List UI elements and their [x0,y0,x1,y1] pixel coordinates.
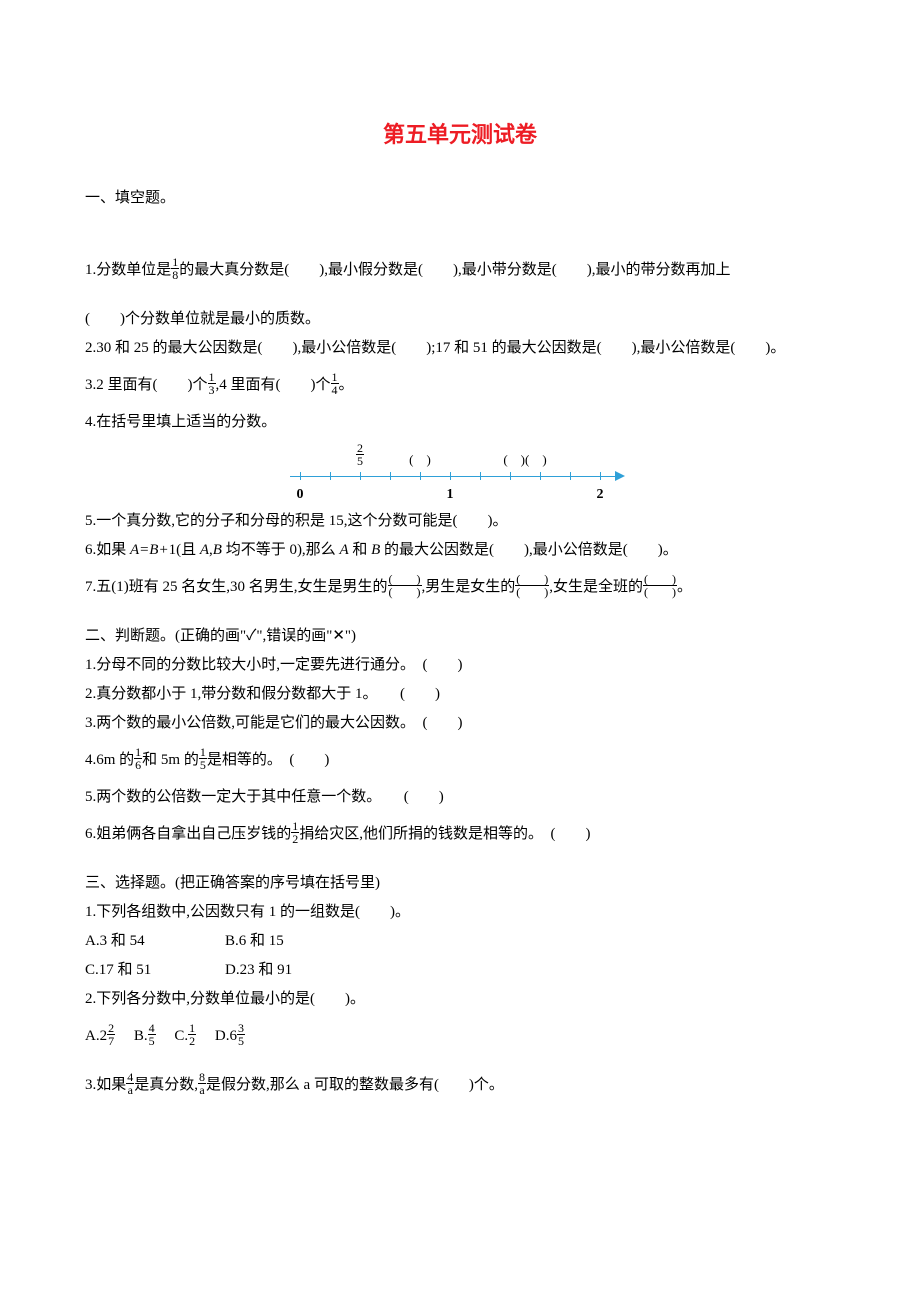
page-title: 第五单元测试卷 [85,115,835,155]
number-line-figure: 0 1 2 25 ( ) ( )( ) [85,444,835,502]
text: 6.如果 [85,542,130,558]
opt-a: A.3 和 54 [85,928,225,955]
text: ,男生是女生的 [422,579,516,595]
text: ,4 里面有( )个 [216,377,331,393]
s1-q2: 2.30 和 25 的最大公因数是( ),最小公倍数是( );17 和 51 的… [85,335,835,362]
fraction-1-5: 15 [199,746,207,771]
s2-q1: 1.分母不同的分数比较大小时,一定要先进行通分。 ( ) [85,652,835,679]
fraction-blank: ( )( ) [515,573,549,598]
fraction-1-6: 16 [134,746,142,771]
s3-q1-opts-row2: C.17 和 51D.23 和 91 [85,957,835,984]
italic: A [339,542,348,558]
italic: A [200,542,209,558]
nl-label-0: 0 [297,482,304,507]
italic: A=B+ [130,542,169,558]
s1-q3: 3.2 里面有( )个13,4 里面有( )个14。 [85,372,835,399]
s1-q1-line2: ( )个分数单位就是最小的质数。 [85,306,835,333]
s3-q1: 1.下列各组数中,公因数只有 1 的一组数是( )。 [85,899,835,926]
section2-heading: 二、判断题。(正确的画"✓",错误的画"✕") [85,623,835,650]
s1-q4: 4.在括号里填上适当的分数。 [85,409,835,436]
s3-q1-opts-row1: A.3 和 54B.6 和 15 [85,928,835,955]
text: 是相等的。 ( ) [207,752,330,768]
italic: B [213,542,222,558]
nl-label-2: 2 [597,482,604,507]
text: 3.如果 [85,1077,126,1093]
fraction-4-a: 4a [126,1071,134,1096]
text: 均不等于 0),那么 [222,542,340,558]
text: 。 [677,579,692,595]
s1-q5: 5.一个真分数,它的分子和分母的积是 15,这个分数可能是( )。 [85,508,835,535]
opt-b: B.45 [134,1028,156,1044]
nl-label-1: 1 [447,482,454,507]
opt-c: C.17 和 51 [85,957,225,984]
text: 是真分数, [134,1077,198,1093]
nl-paren2: ( )( ) [503,448,546,471]
text: 和 5m 的 [142,752,199,768]
s3-q3: 3.如果4a是真分数,8a是假分数,那么 a 可取的整数最多有( )个。 [85,1072,835,1099]
text: 。 [339,377,354,393]
s2-q6: 6.姐弟俩各自拿出自己压岁钱的12捐给灾区,他们所捐的钱数是相等的。 ( ) [85,821,835,848]
text: 4.6m 的 [85,752,134,768]
text: 7.五(1)班有 25 名女生,30 名男生,女生是男生的 [85,579,388,595]
section3-heading: 三、选择题。(把正确答案的序号填在括号里) [85,870,835,897]
text: 和 [349,542,372,558]
opt-b: B.6 和 15 [225,928,365,955]
section1-heading: 一、填空题。 [85,185,835,212]
text: 捐给灾区,他们所捐的钱数是相等的。 ( ) [299,826,590,842]
s2-q2: 2.真分数都小于 1,带分数和假分数都大于 1。 ( ) [85,681,835,708]
s3-q2: 2.下列各分数中,分数单位最小的是( )。 [85,986,835,1013]
text: 6.姐弟俩各自拿出自己压岁钱的 [85,826,291,842]
text: 的最大真分数是( ),最小假分数是( ),最小带分数是( ),最小的带分数再加上 [179,262,730,278]
fraction-1-8: 18 [171,256,179,281]
fraction-blank: ( )( ) [643,573,677,598]
text: 1(且 [169,542,200,558]
text: 的最大公因数是( ),最小公倍数是( )。 [380,542,677,558]
nl-paren1: ( ) [409,448,431,471]
opt-d: D.23 和 91 [225,957,365,984]
text: 3.2 里面有( )个 [85,377,208,393]
s1-q6: 6.如果 A=B+1(且 A,B 均不等于 0),那么 A 和 B 的最大公因数… [85,537,835,564]
text: 1.分数单位是 [85,262,171,278]
s2-q4: 4.6m 的16和 5m 的15是相等的。 ( ) [85,747,835,774]
opt-d: D.635 [215,1028,245,1044]
text: ,女生是全班的 [549,579,643,595]
s1-q1-line1: 1.分数单位是18的最大真分数是( ),最小假分数是( ),最小带分数是( ),… [85,257,835,284]
s2-q3: 3.两个数的最小公倍数,可能是它们的最大公因数。 ( ) [85,710,835,737]
s2-q5: 5.两个数的公倍数一定大于其中任意一个数。 ( ) [85,784,835,811]
fraction-8-a: 8a [198,1071,206,1096]
opt-a: A.227 [85,1028,115,1044]
fraction-1-4: 14 [331,371,339,396]
fraction-blank: ( )( ) [388,573,422,598]
s3-q2-opts: A.227 B.45 C.12 D.635 [85,1023,835,1050]
opt-c: C.12 [174,1028,196,1044]
fraction-1-3: 13 [208,371,216,396]
fraction-1-2: 12 [291,820,299,845]
s1-q7: 7.五(1)班有 25 名女生,30 名男生,女生是男生的( )( ),男生是女… [85,574,835,601]
text: 是假分数,那么 a 可取的整数最多有( )个。 [206,1077,504,1093]
italic: B [371,542,380,558]
nl-frac-2-5: 25 [356,444,364,470]
